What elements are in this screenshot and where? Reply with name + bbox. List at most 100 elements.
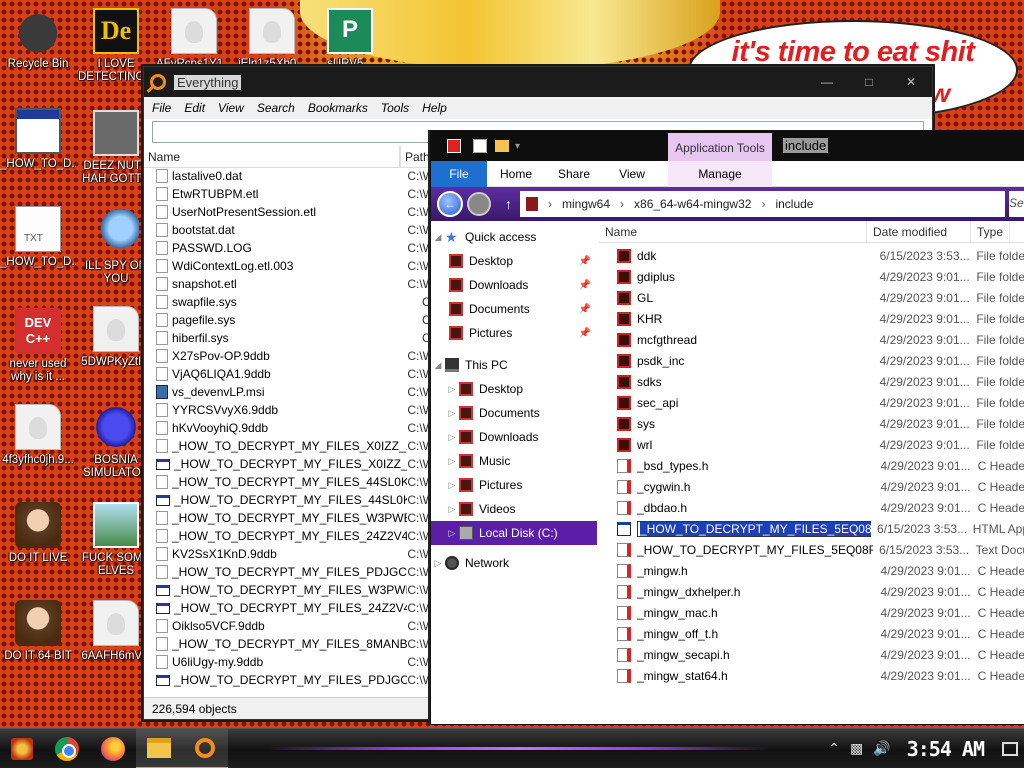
list-item[interactable]: _HOW_TO_DECRYPT_MY_FILES_X0IZZ_.hta C:\W bbox=[144, 455, 434, 473]
desktop-icon-hta[interactable]: _HOW_TO_D... bbox=[0, 108, 76, 171]
desktop-icon-do-it-live[interactable]: DO IT LIVE bbox=[0, 502, 76, 565]
chevron-up-icon[interactable]: ⌃ bbox=[828, 740, 840, 757]
up-arrow-icon[interactable]: ↑ bbox=[505, 196, 512, 212]
tab-view[interactable]: View bbox=[603, 167, 661, 181]
table-row[interactable]: _cygwin.h 4/29/2023 9:01... C Header bbox=[599, 476, 1024, 497]
desktop-icon-txt[interactable]: _HOW_TO_D... bbox=[0, 206, 76, 269]
menu-item-view[interactable]: View bbox=[218, 101, 244, 115]
tab-share[interactable]: Share bbox=[545, 167, 603, 181]
tab-manage[interactable]: Manage bbox=[668, 161, 772, 187]
desktop-icon-do-it-64-bit[interactable]: DO IT 64 BIT bbox=[0, 600, 76, 663]
clock[interactable]: 3:54 AM bbox=[907, 737, 985, 761]
list-item[interactable]: bootstat.dat C:\W bbox=[144, 221, 434, 239]
list-item[interactable]: vs_devenvLP.msi C:\W bbox=[144, 383, 434, 401]
nav-pc-videos[interactable]: ▷ Videos bbox=[431, 497, 597, 521]
table-row[interactable]: ddk 6/15/2023 3:53... File folder bbox=[599, 245, 1024, 266]
table-row[interactable]: sec_api 4/29/2023 9:01... File folder bbox=[599, 392, 1024, 413]
column-path-header[interactable]: Path bbox=[400, 146, 434, 167]
pin-icon[interactable]: 📌 bbox=[579, 256, 591, 267]
table-row[interactable]: _dbdao.h 4/29/2023 9:01... C Header bbox=[599, 497, 1024, 518]
table-row[interactable]: _mingw_secapi.h 4/29/2023 9:01... C Header bbox=[599, 644, 1024, 665]
pin-icon[interactable]: 📌 bbox=[579, 304, 591, 315]
desktop-icon-file[interactable]: AFvRcps1Y1... bbox=[156, 8, 232, 71]
nav-local-disk[interactable]: ▷ Local Disk (C:) bbox=[431, 521, 597, 545]
list-item[interactable]: X27sPov-OP.9ddb C:\W bbox=[144, 347, 434, 365]
desktop-icon-devcpp[interactable]: DEV C++ never used why is it ... bbox=[0, 308, 76, 384]
desktop-icon-recycle-bin[interactable]: Recycle Bin bbox=[0, 8, 76, 71]
list-item[interactable]: U6liUgy-my.9ddb C:\W bbox=[144, 653, 434, 671]
menu-item-file[interactable]: File bbox=[152, 101, 171, 115]
nav-qa-pictures[interactable]: Pictures 📌 bbox=[431, 321, 597, 345]
list-item[interactable]: lastalive0.dat C:\W bbox=[144, 167, 434, 185]
table-row[interactable]: sdks 4/29/2023 9:01... File folder bbox=[599, 371, 1024, 392]
table-row[interactable]: mcfgthread 4/29/2023 9:01... File folder bbox=[599, 329, 1024, 350]
list-item[interactable]: _HOW_TO_DECRYPT_MY_FILES_44SL0KLS_.txtC:… bbox=[144, 473, 434, 491]
list-item[interactable]: snapshot.etl C:\W bbox=[144, 275, 434, 293]
table-row[interactable]: wrl 4/29/2023 9:01... File folder bbox=[599, 434, 1024, 455]
chevron-right-icon[interactable]: ▷ bbox=[445, 456, 459, 467]
chevron-right-icon[interactable]: ▷ bbox=[445, 408, 459, 419]
column-name-header[interactable]: Name bbox=[599, 221, 867, 242]
list-item[interactable]: Oiklso5VCF.9ddb C:\W bbox=[144, 617, 434, 635]
table-row[interactable]: _mingw_dxhelper.h 4/29/2023 9:01... C Head… bbox=[599, 581, 1024, 602]
chevron-right-icon[interactable]: ▷ bbox=[445, 504, 459, 515]
list-item[interactable]: WdiContextLog.etl.003 C:\W bbox=[144, 257, 434, 275]
chevron-right-icon[interactable]: ▷ bbox=[431, 558, 445, 569]
list-item[interactable]: _HOW_TO_DECRYPT_MY_FILES_X0IZZ_.txt C:\W bbox=[144, 437, 434, 455]
table-row[interactable]: GL 4/29/2023 9:01... File folder bbox=[599, 287, 1024, 308]
chevron-down-icon[interactable]: ◢ bbox=[431, 360, 445, 371]
network-icon[interactable]: ▩ bbox=[850, 740, 863, 757]
desktop-icon-file[interactable]: 4f3yfhc0jh.9... bbox=[0, 404, 76, 467]
desktop-icon-publisher[interactable]: P sURV5... bbox=[312, 8, 388, 71]
list-item[interactable]: _HOW_TO_DECRYPT_MY_FILES_PDJGCMHX_.txtC:… bbox=[144, 563, 434, 581]
nav-pc-music[interactable]: ▷ Music bbox=[431, 449, 597, 473]
menu-item-bookmarks[interactable]: Bookmarks bbox=[308, 101, 368, 115]
list-item[interactable]: swapfile.sys C: bbox=[144, 293, 434, 311]
chevron-right-icon[interactable]: ▷ bbox=[445, 480, 459, 491]
nav-pc-downloads[interactable]: ▷ Downloads bbox=[431, 425, 597, 449]
chevron-right-icon[interactable]: ▷ bbox=[445, 432, 459, 443]
properties-icon[interactable] bbox=[473, 139, 487, 153]
taskbar-everything[interactable] bbox=[182, 728, 228, 768]
taskbar-firefox[interactable] bbox=[90, 729, 136, 768]
file-explorer-window[interactable]: ▾ Application Tools include File Home Sh… bbox=[430, 130, 1024, 725]
nav-qa-desktop[interactable]: Desktop 📌 bbox=[431, 249, 597, 273]
column-type-header[interactable]: Type bbox=[971, 221, 1011, 242]
nav-pc-desktop[interactable]: ▷ Desktop bbox=[431, 377, 597, 401]
breadcrumb-item[interactable]: include bbox=[775, 197, 813, 211]
list-item[interactable]: KV2SsX1KnD.9ddb C:\W bbox=[144, 545, 434, 563]
nav-qa-downloads[interactable]: Downloads 📌 bbox=[431, 273, 597, 297]
pin-icon[interactable]: 📌 bbox=[579, 280, 591, 291]
list-item[interactable]: _HOW_TO_DECRYPT_MY_FILES_W3PWB_.txtC:\W bbox=[144, 509, 434, 527]
list-item[interactable]: _HOW_TO_DECRYPT_MY_FILES_8MANBY_.txtC:\W bbox=[144, 635, 434, 653]
breadcrumb-item[interactable]: mingw64 bbox=[562, 197, 610, 211]
maximize-icon[interactable]: □ bbox=[848, 75, 890, 89]
chevron-down-icon[interactable]: ◢ bbox=[431, 232, 445, 243]
explorer-titlebar[interactable]: ▾ Application Tools include bbox=[431, 131, 1024, 161]
list-item[interactable]: EtwRTUBPM.etl C:\W bbox=[144, 185, 434, 203]
table-row[interactable]: psdk_inc 4/29/2023 9:01... File folder bbox=[599, 350, 1024, 371]
breadcrumb-item[interactable]: x86_64-w64-mingw32 bbox=[634, 197, 751, 211]
menu-item-search[interactable]: Search bbox=[257, 101, 295, 115]
table-row[interactable]: sys 4/29/2023 9:01... File folder bbox=[599, 413, 1024, 434]
menu-item-tools[interactable]: Tools bbox=[381, 101, 409, 115]
list-item[interactable]: _HOW_TO_DECRYPT_MY_FILES_24Z2V4G_.htaC:\… bbox=[144, 599, 434, 617]
list-item[interactable]: hKvVooyhiQ.9ddb C:\W bbox=[144, 419, 434, 437]
back-arrow-icon[interactable]: ← bbox=[437, 191, 463, 217]
menu-item-edit[interactable]: Edit bbox=[184, 101, 205, 115]
list-item[interactable]: PASSWD.LOG C:\W bbox=[144, 239, 434, 257]
nav-quick-access[interactable]: ◢ ★ Quick access bbox=[431, 225, 597, 249]
tab-file[interactable]: File bbox=[431, 160, 487, 187]
nav-pc-documents[interactable]: ▷ Documents bbox=[431, 401, 597, 425]
column-name-header[interactable]: Name bbox=[144, 146, 400, 167]
everything-titlebar[interactable]: Everything — □ ✕ bbox=[144, 67, 932, 97]
pin-icon[interactable]: 📌 bbox=[579, 328, 591, 339]
table-row-renaming[interactable]: _HOW_TO_DECRYPT_MY_FILES_5EQ08F_.hta 6/15… bbox=[599, 518, 1024, 539]
list-item[interactable]: _HOW_TO_DECRYPT_MY_FILES_W3PWB_.htaC:\W bbox=[144, 581, 434, 599]
list-item[interactable]: _HOW_TO_DECRYPT_MY_FILES_24Z2V4G_.txtC:\… bbox=[144, 527, 434, 545]
breadcrumb[interactable]: › mingw64 › x86_64-w64-mingw32 › include bbox=[520, 191, 1005, 217]
forward-arrow-icon[interactable] bbox=[467, 192, 491, 216]
list-item[interactable]: _HOW_TO_DECRYPT_MY_FILES_PDJGCMHX_.htaC:… bbox=[144, 671, 434, 689]
table-row[interactable]: KHR 4/29/2023 9:01... File folder bbox=[599, 308, 1024, 329]
list-item[interactable]: pagefile.sys C: bbox=[144, 311, 434, 329]
